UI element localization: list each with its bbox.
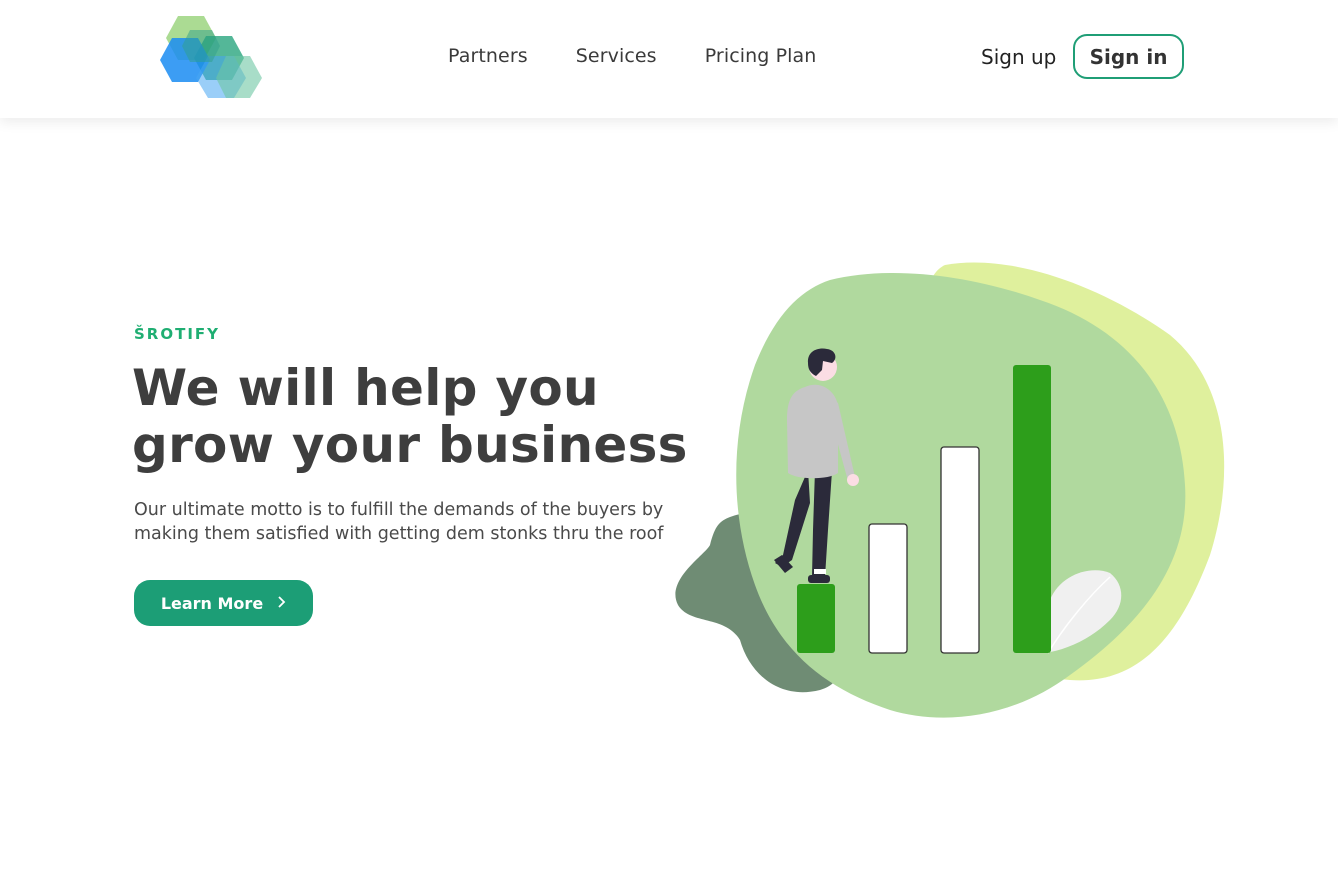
hexagon-logo-icon <box>160 16 262 98</box>
sign-up-link[interactable]: Sign up <box>981 45 1056 69</box>
headline-line-2: grow your business <box>132 416 688 474</box>
sign-in-label: Sign in <box>1089 44 1168 69</box>
logo[interactable] <box>160 16 264 98</box>
nav-pricing-link[interactable]: Pricing Plan <box>705 45 817 67</box>
nav-partners-link[interactable]: Partners <box>448 45 528 67</box>
brand-eyebrow: ŠROTIFY <box>134 325 221 343</box>
chevron-right-icon <box>277 594 286 612</box>
site-header: Partners Services Pricing Plan Sign up S… <box>0 0 1338 118</box>
hero-subtext: Our ultimate motto is to fulfill the dem… <box>134 500 664 544</box>
bar-3 <box>940 446 980 654</box>
learn-more-label: Learn More <box>160 593 264 613</box>
bar-2 <box>868 523 908 654</box>
sign-in-button[interactable]: Sign in <box>1073 34 1184 79</box>
growth-illustration <box>670 255 1240 730</box>
nav-services-link[interactable]: Services <box>576 45 657 67</box>
main-nav: Partners Services Pricing Plan <box>448 45 816 67</box>
headline-line-1: We will help you <box>132 359 599 417</box>
learn-more-button[interactable]: Learn More <box>134 580 313 626</box>
growth-chart-illustration-icon <box>675 262 1225 718</box>
bar-4 <box>1013 365 1051 653</box>
hero-headline: We will help you grow your business <box>132 360 692 474</box>
bar-1 <box>797 584 835 653</box>
